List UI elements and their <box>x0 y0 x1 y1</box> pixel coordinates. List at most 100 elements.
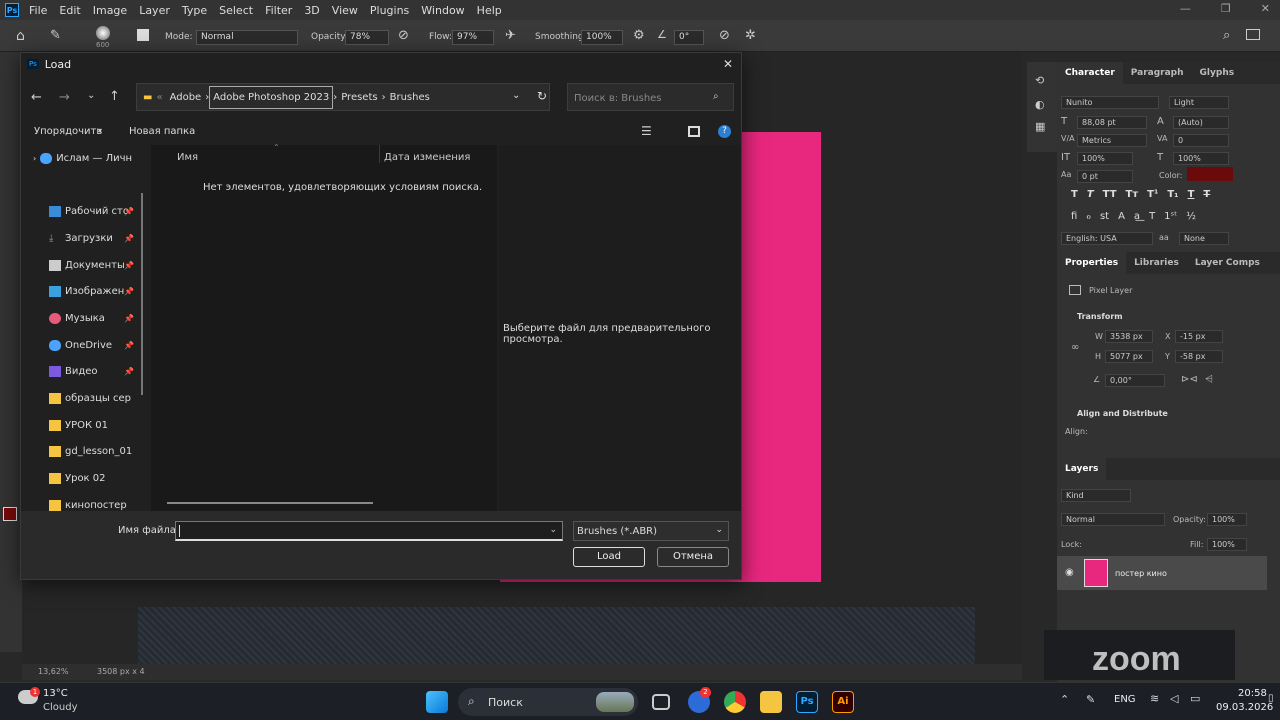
search-input[interactable]: Поиск в: Brushes <box>567 83 734 111</box>
chrome-icon[interactable] <box>724 691 746 713</box>
tab-character[interactable]: Character <box>1057 62 1123 84</box>
underline-icon[interactable]: T <box>1188 189 1195 200</box>
gear-icon[interactable]: ⚙ <box>633 28 645 43</box>
font-style-select[interactable]: Light <box>1169 96 1229 109</box>
ordinals-icon[interactable]: 1ˢᵗ <box>1164 211 1177 222</box>
notification-icon[interactable]: ▯ <box>1268 693 1274 704</box>
load-button[interactable]: Load <box>573 547 645 567</box>
swash-icon[interactable]: A <box>1118 211 1125 222</box>
menu-layer[interactable]: Layer <box>139 4 170 17</box>
superscript-icon[interactable]: T¹ <box>1147 189 1158 200</box>
home-icon[interactable]: ⌂ <box>16 28 25 44</box>
organize-button[interactable]: Упорядочить <box>34 126 102 137</box>
breadcrumb-presets[interactable]: Presets <box>337 92 381 103</box>
tab-layers[interactable]: Layers <box>1057 458 1107 480</box>
minimize-icon[interactable]: — <box>1180 2 1191 15</box>
baseline-input[interactable]: 0 pt <box>1077 170 1133 183</box>
preview-pane-icon[interactable] <box>688 126 700 137</box>
address-dropdown-icon[interactable]: ⌄ <box>512 90 520 101</box>
new-folder-button[interactable]: Новая папка <box>129 126 195 137</box>
menu-help[interactable]: Help <box>477 4 502 17</box>
brush-settings-icon[interactable] <box>137 29 149 41</box>
brush-tool-icon[interactable]: ✎ <box>50 28 61 43</box>
flow-input[interactable]: 97% <box>452 30 494 45</box>
width-input[interactable]: 3538 px <box>1105 330 1153 343</box>
windows-start-icon[interactable] <box>426 691 448 713</box>
clock-date[interactable]: 09.03.2026 <box>1216 702 1273 713</box>
pin-icon[interactable]: 📌 <box>124 287 134 296</box>
strikethrough-icon[interactable]: T <box>1203 189 1210 200</box>
layer-opacity-input[interactable]: 100% <box>1207 513 1247 526</box>
up-icon[interactable]: ↑ <box>109 89 120 104</box>
color-icon[interactable]: ◐ <box>1035 98 1045 111</box>
vertical-scale-input[interactable]: 100% <box>1077 152 1133 165</box>
nav-item-folder[interactable]: Урок 02 <box>49 473 159 484</box>
column-date-header[interactable]: Дата изменения <box>384 152 470 163</box>
nav-item-folder[interactable]: кинопостер <box>49 500 159 511</box>
column-name-header[interactable]: Имя <box>177 152 198 163</box>
tracking-input[interactable]: 0 <box>1173 134 1229 147</box>
opacity-input[interactable]: 78% <box>345 30 389 45</box>
font-size-input[interactable]: 88,08 pt <box>1077 116 1147 129</box>
pin-icon[interactable]: 📌 <box>124 261 134 270</box>
rotation-input[interactable]: 0,00° <box>1105 374 1165 387</box>
tray-chevron-icon[interactable]: ⌃ <box>1060 693 1069 706</box>
volume-icon[interactable]: ◁ <box>1170 692 1178 705</box>
symmetry-icon[interactable]: ✲ <box>745 28 756 43</box>
faux-italic-icon[interactable]: T <box>1087 189 1094 200</box>
alternates-icon[interactable]: a͟ <box>1134 211 1140 222</box>
taskbar-search[interactable]: ⌕ Поиск <box>458 688 638 716</box>
link-icon[interactable]: ∞ <box>1071 342 1079 353</box>
pressure-size-icon[interactable]: ⊘ <box>719 28 730 43</box>
file-explorer-icon[interactable] <box>760 691 782 713</box>
photoshop-taskbar-icon[interactable]: Ps <box>796 691 818 713</box>
pressure-opacity-icon[interactable]: ⊘ <box>398 28 409 43</box>
kerning-select[interactable]: Metrics <box>1077 134 1147 147</box>
search-icon[interactable]: ⌕ <box>1223 28 1230 43</box>
cancel-button[interactable]: Отмена <box>657 547 729 567</box>
blend-mode-select[interactable]: Normal <box>1061 513 1165 526</box>
foreground-color-swatch[interactable] <box>3 507 17 521</box>
font-family-select[interactable]: Nunito <box>1061 96 1159 109</box>
tab-libraries[interactable]: Libraries <box>1126 258 1187 268</box>
subscript-icon[interactable]: T₁ <box>1167 189 1178 200</box>
close-window-icon[interactable]: ✕ <box>1261 2 1270 15</box>
all-caps-icon[interactable]: TT <box>1103 189 1117 200</box>
menu-image[interactable]: Image <box>93 4 127 17</box>
menu-file[interactable]: File <box>29 4 47 17</box>
pin-icon[interactable]: 📌 <box>124 341 134 350</box>
airbrush-icon[interactable]: ✈ <box>505 28 516 43</box>
tab-paragraph[interactable]: Paragraph <box>1123 68 1192 78</box>
layer-name[interactable]: постер кино <box>1115 569 1167 578</box>
y-input[interactable]: -58 px <box>1175 350 1223 363</box>
pin-icon[interactable]: 📌 <box>124 207 134 216</box>
filename-dropdown-icon[interactable]: ⌄ <box>549 525 557 535</box>
pin-icon[interactable]: 📌 <box>124 367 134 376</box>
overflow-icon[interactable]: « <box>156 92 162 103</box>
tab-properties[interactable]: Properties <box>1057 252 1127 274</box>
x-input[interactable]: -15 px <box>1175 330 1223 343</box>
refresh-icon[interactable]: ↻ <box>537 89 547 103</box>
layer-row[interactable]: ◉ постер кино <box>1057 556 1267 590</box>
breadcrumb-brushes[interactable]: Brushes <box>386 92 434 103</box>
filetype-select[interactable]: Brushes (*.ABR) ⌄ <box>573 521 729 541</box>
menu-3d[interactable]: 3D <box>304 4 319 17</box>
nav-scrollbar[interactable] <box>141 193 143 395</box>
help-icon[interactable]: ? <box>718 125 731 138</box>
grid-icon[interactable]: ▦ <box>1035 120 1045 133</box>
pen-icon[interactable]: ✎ <box>1086 693 1095 706</box>
breadcrumb-adobe[interactable]: Adobe <box>166 92 206 103</box>
mode-select[interactable]: Normal <box>196 30 298 45</box>
breadcrumb-photoshop[interactable]: Adobe Photoshop 2023 <box>209 85 334 109</box>
layer-filter-select[interactable]: Kind <box>1061 489 1131 502</box>
nav-item-onedrive-personal[interactable]: › Ислам — Личн <box>33 153 143 164</box>
flip-horizontal-icon[interactable]: ⊳⊲ <box>1181 374 1198 385</box>
filename-input[interactable]: ⌄ <box>175 521 563 541</box>
menu-window[interactable]: Window <box>421 4 464 17</box>
history-icon[interactable]: ⟲ <box>1035 74 1044 87</box>
ligatures-icon[interactable]: ﬁ <box>1071 211 1077 222</box>
column-divider[interactable] <box>379 145 380 163</box>
small-caps-icon[interactable]: Tт <box>1126 189 1139 200</box>
task-view-icon[interactable] <box>652 694 670 710</box>
visibility-eye-icon[interactable]: ◉ <box>1065 567 1074 578</box>
